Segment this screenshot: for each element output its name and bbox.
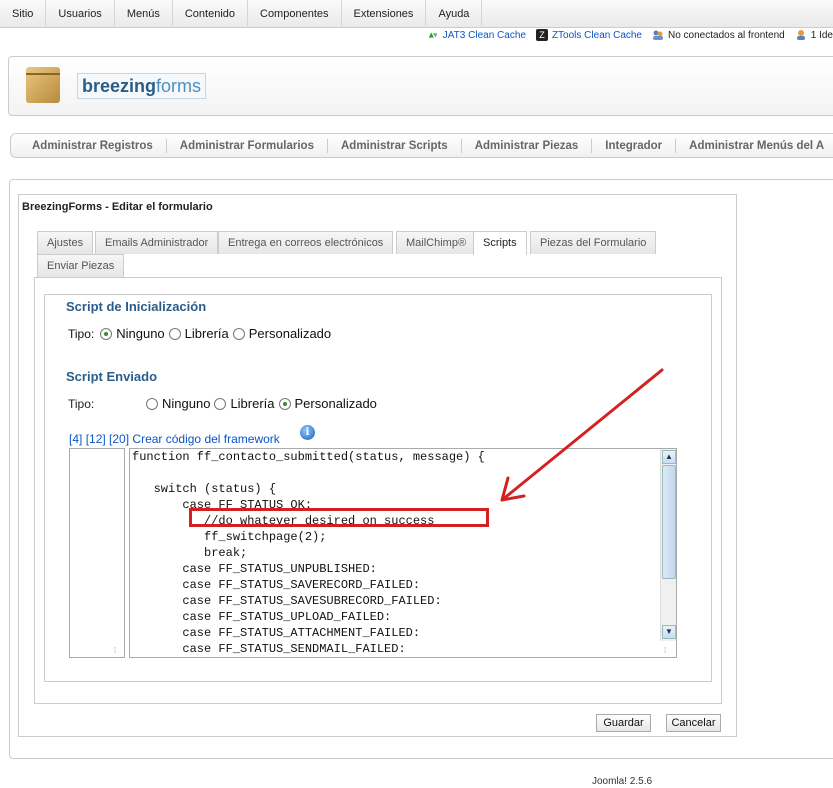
menu-menus[interactable]: Menús — [115, 0, 173, 28]
scroll-down-icon[interactable]: ▼ — [662, 625, 676, 639]
users-icon — [653, 30, 663, 40]
submenu-registros[interactable]: Administrar Registros — [19, 138, 167, 153]
box-logo-icon — [26, 67, 60, 103]
tab-scripts[interactable]: Scripts — [473, 231, 527, 255]
info-icon[interactable]: i — [300, 425, 315, 440]
submit-script-title: Script Enviado — [66, 369, 158, 384]
breezingforms-logo: breezingforms — [77, 73, 207, 99]
line-numbers-panel: ⁞ — [69, 448, 125, 658]
link-20[interactable]: [20] — [109, 432, 129, 446]
code-line[interactable]: break; — [132, 545, 485, 561]
status-bar: JAT3 Clean Cache Z ZTools Clean Cache No… — [427, 26, 833, 44]
submenu-scripts[interactable]: Administrar Scripts — [328, 138, 462, 153]
annotation-arrow-icon — [500, 368, 664, 502]
save-button[interactable]: Guardar — [596, 714, 651, 732]
init-personalizado-option[interactable]: Personalizado — [229, 326, 331, 341]
init-script-title: Script de Inicialización — [66, 299, 207, 314]
init-libreria-option[interactable]: Librería — [165, 326, 229, 341]
tab-ajustes[interactable]: Ajustes — [37, 231, 94, 254]
cancel-button[interactable]: Cancelar — [666, 714, 721, 732]
tab-entrega-correos[interactable]: Entrega en correos electrónicos — [218, 231, 394, 254]
script-code[interactable]: function ff_contacto_submitted(status, m… — [132, 449, 485, 657]
code-line[interactable]: case FF_STATUS_UPLOAD_FAILED: — [132, 609, 485, 625]
ztools-label: ZTools Clean Cache — [551, 29, 642, 41]
frontend-status: No conectados al frontend — [652, 29, 785, 41]
submenu-formularios[interactable]: Administrar Formularios — [167, 138, 328, 153]
submit-libreria-option[interactable]: Librería — [210, 396, 275, 411]
joomla-version: Joomla! 2.5.6 — [592, 776, 653, 787]
admin-user-icon — [796, 30, 805, 40]
submit-ninguno-option[interactable]: Ninguno — [142, 396, 210, 411]
code-line[interactable] — [132, 465, 485, 481]
framework-links: [4] [12] [20] Crear código del framework — [69, 432, 280, 446]
menu-ayuda[interactable]: Ayuda — [426, 0, 483, 28]
code-line[interactable]: case FF_STATUS_ATTACHMENT_FAILED: — [132, 625, 485, 641]
tab-piezas-formulario[interactable]: Piezas del Formulario — [530, 231, 657, 254]
recycle-icon — [428, 32, 438, 38]
submit-personalizado-radio[interactable] — [278, 397, 291, 410]
admin-users-status: 1 Ide — [795, 29, 833, 41]
init-script-type: Tipo: Ninguno Librería Personalizado — [68, 326, 331, 341]
annotation-highlight-box — [189, 508, 489, 527]
menu-extensiones[interactable]: Extensiones — [342, 0, 427, 28]
submit-tipo-label: Tipo: — [68, 397, 95, 411]
submit-ninguno-radio[interactable] — [146, 397, 158, 410]
link-12[interactable]: [12] — [86, 432, 106, 446]
tab-emails-administrador[interactable]: Emails Administrador — [95, 231, 219, 254]
frontend-label: No conectados al frontend — [668, 29, 785, 41]
init-tipo-label: Tipo: — [68, 326, 95, 341]
code-line[interactable]: case FF_STATUS_SAVESUBRECORD_FAILED: — [132, 593, 485, 609]
menu-usuarios[interactable]: Usuarios — [46, 0, 115, 28]
jat3-clean-cache-link[interactable]: JAT3 Clean Cache — [427, 29, 526, 41]
tab-mailchimp[interactable]: MailChimp® — [396, 231, 477, 254]
submenu-integrador[interactable]: Integrador — [592, 138, 677, 153]
menu-componentes[interactable]: Componentes — [248, 0, 342, 28]
ztools-clean-cache-link[interactable]: Z ZTools Clean Cache — [535, 29, 642, 41]
admin-users-label: 1 Ide — [810, 29, 833, 41]
menu-sitio[interactable]: Sitio — [0, 0, 47, 28]
resize-grip-icon[interactable]: ⁞ — [114, 647, 122, 655]
submit-script-type: Ninguno Librería Personalizado — [142, 396, 377, 411]
link-4[interactable]: [4] — [69, 432, 82, 446]
code-line[interactable]: switch (status) { — [132, 481, 485, 497]
page-title: BreezingForms - Editar el formulario — [22, 201, 213, 213]
init-ninguno-option[interactable]: Ninguno — [96, 326, 165, 341]
editor-resize-grip-icon[interactable]: ⁞ — [664, 647, 672, 655]
submit-personalizado-option[interactable]: Personalizado — [275, 396, 377, 411]
submenu-menus[interactable]: Administrar Menús del A — [676, 139, 833, 153]
submenu-piezas[interactable]: Administrar Piezas — [462, 138, 593, 153]
submit-libreria-radio[interactable] — [214, 397, 227, 410]
menu-contenido[interactable]: Contenido — [173, 0, 248, 28]
ztools-logo-icon: Z — [535, 29, 548, 41]
code-line[interactable]: case FF_STATUS_UNPUBLISHED: — [132, 561, 485, 577]
top-menu-bar: Sitio Usuarios Menús Contenido Component… — [0, 0, 833, 28]
code-line[interactable]: ff_switchpage(2); — [132, 529, 485, 545]
component-submenu: Administrar Registros Administrar Formul… — [10, 133, 833, 158]
init-personalizado-radio[interactable] — [232, 327, 245, 340]
code-line[interactable]: case FF_STATUS_SAVERECORD_FAILED: — [132, 577, 485, 593]
component-header: breezingforms — [8, 56, 833, 116]
code-line[interactable]: function ff_contacto_submitted(status, m… — [132, 449, 485, 465]
init-libreria-radio[interactable] — [168, 327, 181, 340]
jat3-label: JAT3 Clean Cache — [442, 29, 526, 41]
tab-enviar-piezas[interactable]: Enviar Piezas — [37, 254, 125, 277]
code-line[interactable]: case FF_STATUS_SENDMAIL_FAILED: — [132, 641, 485, 657]
init-ninguno-radio[interactable] — [100, 327, 113, 340]
create-framework-code-link[interactable]: Crear código del framework — [132, 432, 279, 446]
